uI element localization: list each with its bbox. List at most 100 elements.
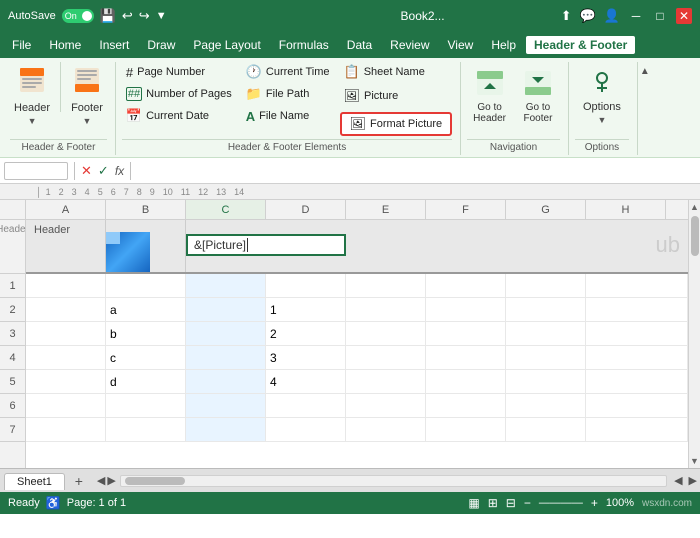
zoom-out-btn[interactable]: − [524,496,531,510]
page-break-view-icon[interactable]: ⊟ [506,496,516,510]
menu-data[interactable]: Data [339,36,380,54]
header-center-cell[interactable] [106,220,186,272]
cell-a3[interactable] [26,322,106,345]
cell-a6[interactable] [26,394,106,417]
more-icon[interactable]: ▼ [156,10,167,22]
ribbon-collapse-icon[interactable]: ⬆ [561,8,572,24]
cell-f1[interactable] [426,274,506,297]
sheet-tab-sheet1[interactable]: Sheet1 [4,473,65,490]
header-picture-input[interactable]: &[Picture] [186,234,346,256]
hscroll-left-btn[interactable]: ◀ [671,474,685,487]
cell-a5[interactable] [26,370,106,393]
cell-d2[interactable]: 1 [266,298,346,321]
picture-btn[interactable]: 🖼 Picture [340,86,453,106]
cell-c6[interactable] [186,394,266,417]
cell-g4[interactable] [506,346,586,369]
current-date-btn[interactable]: 📅 Current Date [122,106,236,126]
cell-e2[interactable] [346,298,426,321]
menu-page-layout[interactable]: Page Layout [185,36,268,54]
menu-help[interactable]: Help [483,36,524,54]
goto-header-btn[interactable]: Go toHeader [467,62,512,130]
cell-h4[interactable] [586,346,688,369]
page-layout-view-icon[interactable]: ⊞ [488,496,498,510]
cell-e6[interactable] [346,394,426,417]
cell-g2[interactable] [506,298,586,321]
cell-d5[interactable]: 4 [266,370,346,393]
menu-formulas[interactable]: Formulas [271,36,337,54]
undo-icon[interactable]: ↩ [122,8,133,24]
cell-b2[interactable]: a [106,298,186,321]
horizontal-scrollbar[interactable] [120,475,667,487]
cell-b3[interactable]: b [106,322,186,345]
file-path-btn[interactable]: 📁 File Path [242,84,334,104]
cell-a1[interactable] [26,274,106,297]
col-header-f[interactable]: F [426,200,506,219]
zoom-slider[interactable]: ———— [539,497,583,509]
maximize-btn[interactable]: □ [652,8,668,24]
col-header-b[interactable]: B [106,200,186,219]
menu-review[interactable]: Review [382,36,437,54]
cell-h1[interactable] [586,274,688,297]
cell-b1[interactable] [106,274,186,297]
cell-d7[interactable] [266,418,346,441]
insert-function-icon[interactable]: fx [115,164,124,178]
cell-h7[interactable] [586,418,688,441]
cell-b6[interactable] [106,394,186,417]
cell-a4[interactable] [26,346,106,369]
file-name-btn[interactable]: A File Name [242,106,334,126]
cell-e3[interactable] [346,322,426,345]
cancel-formula-icon[interactable]: ✕ [81,163,92,179]
cell-c2[interactable] [186,298,266,321]
scroll-down-btn[interactable]: ▼ [689,454,700,468]
options-btn[interactable]: Options ▼ [575,62,629,130]
vertical-scrollbar[interactable]: ▲ ▼ [688,200,700,468]
formula-input[interactable] [137,164,696,178]
cell-f7[interactable] [426,418,506,441]
zoom-in-btn[interactable]: + [591,496,598,510]
minimize-btn[interactable]: ─ [628,8,644,24]
cell-reference-input[interactable]: C11 [4,162,68,180]
confirm-formula-icon[interactable]: ✓ [98,163,109,179]
cell-g3[interactable] [506,322,586,345]
number-of-pages-btn[interactable]: ## Number of Pages [122,84,236,104]
scroll-thumb-v[interactable] [691,216,699,256]
col-header-c[interactable]: C [186,200,266,219]
cell-c4[interactable] [186,346,266,369]
add-sheet-btn[interactable]: + [69,472,89,490]
autosave-toggle[interactable]: On [62,9,94,23]
footer-button[interactable]: Footer ▼ [67,62,107,130]
hscroll-right-btn[interactable]: ▶ [686,474,700,487]
cell-d6[interactable] [266,394,346,417]
cell-a2[interactable] [26,298,106,321]
cell-f6[interactable] [426,394,506,417]
cell-h6[interactable] [586,394,688,417]
cell-e4[interactable] [346,346,426,369]
cell-c5[interactable] [186,370,266,393]
normal-view-icon[interactable]: ▦ [468,496,479,510]
cell-b4[interactable]: c [106,346,186,369]
cell-c3[interactable] [186,322,266,345]
tab-scroll-left-btn[interactable]: ◀ [97,474,105,487]
comments-icon[interactable]: 💬 [580,8,596,24]
cell-b5[interactable]: d [106,370,186,393]
cell-e5[interactable] [346,370,426,393]
menu-header-footer[interactable]: Header & Footer [526,36,635,54]
scroll-up-btn[interactable]: ▲ [689,200,700,214]
cell-h2[interactable] [586,298,688,321]
cell-f4[interactable] [426,346,506,369]
redo-icon[interactable]: ↪ [139,8,150,24]
col-header-h[interactable]: H [586,200,666,219]
col-header-a[interactable]: A [26,200,106,219]
col-header-e[interactable]: E [346,200,426,219]
cell-g1[interactable] [506,274,586,297]
cell-f5[interactable] [426,370,506,393]
cell-d1[interactable] [266,274,346,297]
cell-f3[interactable] [426,322,506,345]
format-picture-btn[interactable]: 🖼 Format Picture [340,112,453,136]
cell-e1[interactable] [346,274,426,297]
cell-a7[interactable] [26,418,106,441]
menu-file[interactable]: File [4,36,39,54]
menu-draw[interactable]: Draw [139,36,183,54]
sheet-name-btn[interactable]: 📋 Sheet Name [340,62,453,82]
cell-g5[interactable] [506,370,586,393]
